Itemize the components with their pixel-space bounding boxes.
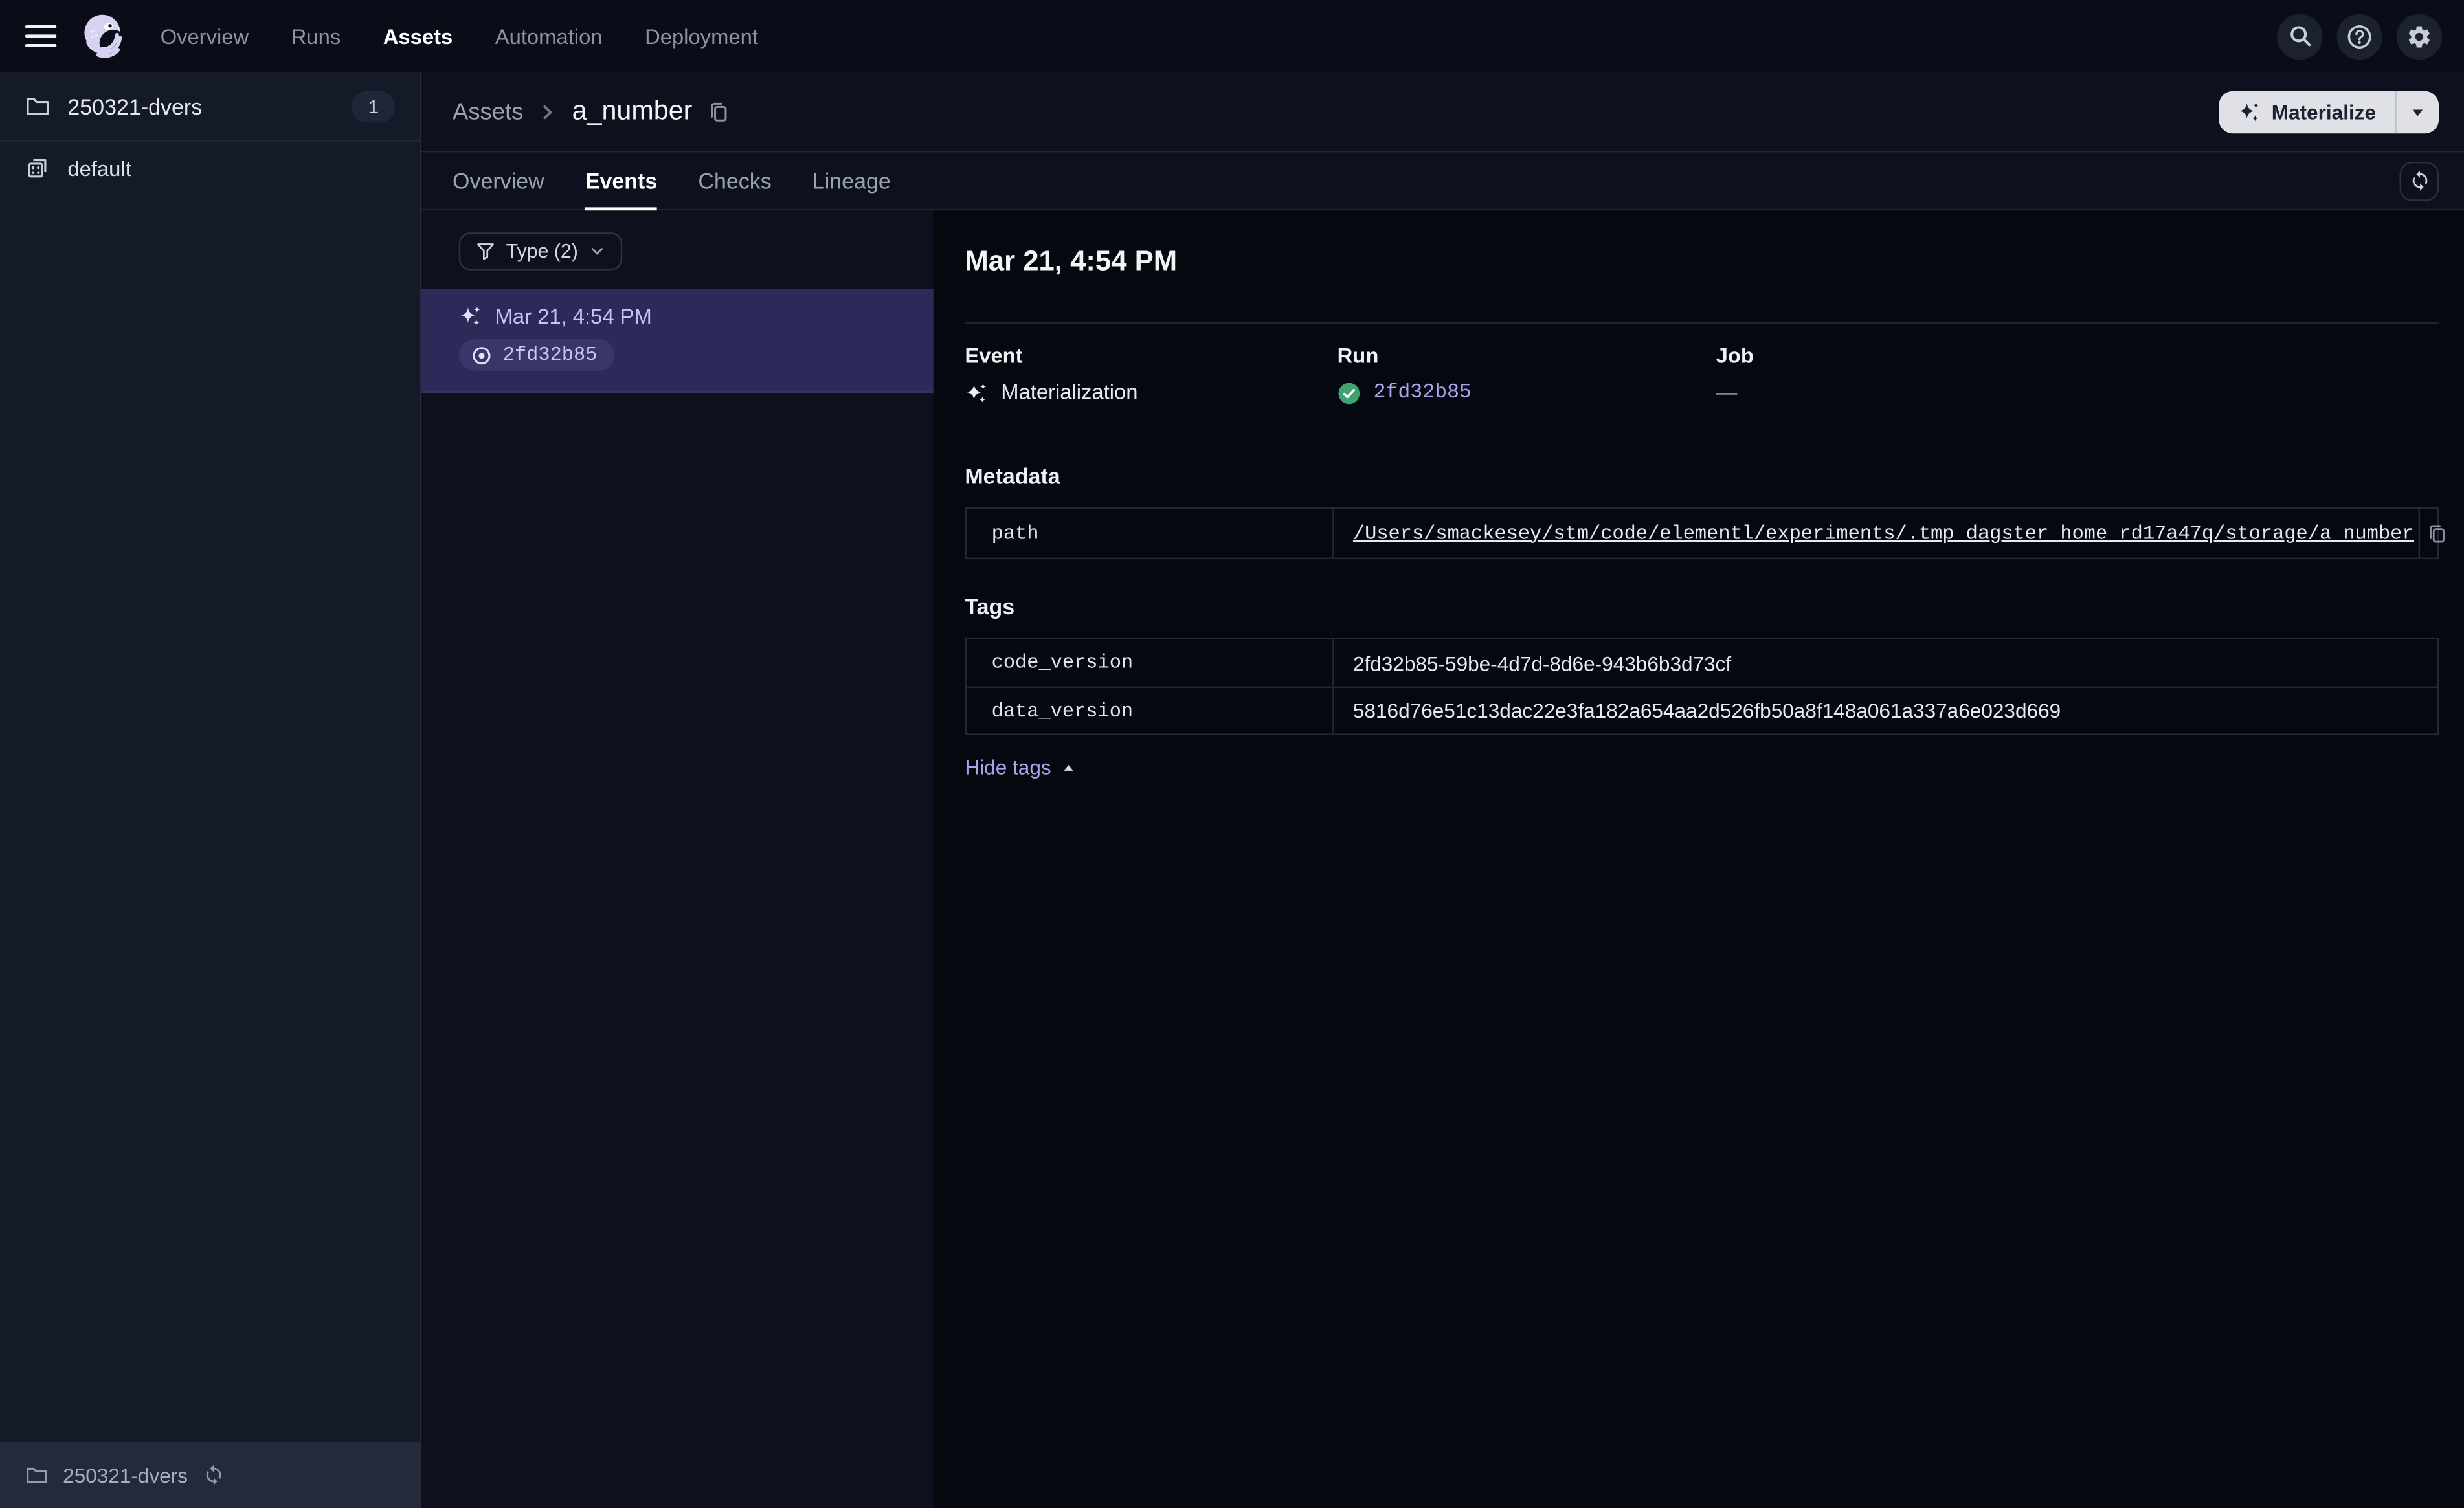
reload-location-icon[interactable] [202,1464,224,1486]
app-viewport: Overview Runs Assets Automation Deployme… [0,0,2464,1508]
group-label: default [67,156,131,180]
chevron-down-icon [591,248,603,255]
asset-count-badge: 1 [352,90,395,122]
folder-icon [27,1467,47,1483]
event-detail-panel: Mar 21, 4:54 PM Event Materialization Ru… [933,210,2464,1508]
materialize-sparkle-icon [2238,101,2259,121]
caret-down-icon [2412,109,2423,116]
table-row: data_version 5816d76e51c13dac22e3fa182a6… [966,686,2437,734]
tag-value: 5816d76e51c13dac22e3fa182a654aa2d526fb50… [1352,699,2061,723]
event-item-timestamp: Mar 21, 4:54 PM [495,304,652,329]
metadata-path-link[interactable]: /Users/smackesey/stm/code/elementl/exper… [1353,522,2414,544]
asset-tabs: Overview Events Checks Lineage [421,152,2464,211]
dagster-logo[interactable] [80,12,129,60]
materialize-button[interactable]: Materialize [2218,91,2395,133]
event-item-run-pill[interactable]: 2fd32b85 [458,339,615,371]
sidebar-item-code-location[interactable]: 250321-dvers 1 [0,72,420,142]
tab-overview[interactable]: Overview [453,152,544,208]
metadata-heading: Metadata [965,463,1060,489]
tag-key: code_version [967,639,1334,687]
event-type-filter-button[interactable]: Type (2) [458,232,622,271]
asset-page-header: Assets a_number Materialize [421,72,2464,153]
materialize-split-button: Materialize [2218,90,2439,133]
run-status-icon [473,346,491,364]
search-button[interactable] [2277,13,2323,60]
breadcrumb-chevron-icon [536,100,559,123]
table-row: code_version 2fd32b85-59be-4d7d-8d6e-943… [967,639,2437,687]
column-header-job: Job [1716,344,1754,368]
job-empty-value: — [1716,380,1738,404]
tab-events[interactable]: Events [585,152,657,211]
metadata-table: path /Users/smackesey/stm/code/elementl/… [965,507,2445,560]
nav-item-deployment[interactable]: Deployment [645,25,758,48]
tags-table: code_version 2fd32b85-59be-4d7d-8d6e-943… [965,638,2439,735]
hide-tags-label: Hide tags [965,755,1051,779]
asset-catalog-sidebar: 250321-dvers 1 default 250321-dvers [0,72,421,1508]
metadata-key: path [967,509,1334,558]
footer-code-location-label: 250321-dvers [63,1463,188,1487]
tag-value: 2fd32b85-59be-4d7d-8d6e-943b6b3d73cf [1352,651,1732,675]
copy-icon [710,102,726,121]
help-button[interactable] [2336,13,2382,60]
event-list-item-selected[interactable]: Mar 21, 4:54 PM 2fd32b85 [421,289,934,392]
table-row: path /Users/smackesey/stm/code/elementl/… [967,509,2445,558]
nav-item-runs[interactable]: Runs [291,25,341,48]
tags-heading: Tags [965,593,1015,619]
event-item-run-id: 2fd32b85 [502,344,598,366]
nav-item-assets[interactable]: Assets [383,25,453,48]
detail-divider [965,322,2439,324]
tab-checks[interactable]: Checks [698,152,771,208]
event-list-panel: Type (2) Mar 21, 4:54 PM 2fd32b85 [421,210,934,1508]
metadata-row-gutter [2418,509,2437,558]
nav-item-automation[interactable]: Automation [495,25,603,48]
dagster-app: Overview Runs Assets Automation Deployme… [0,0,2464,1508]
tab-lineage[interactable]: Lineage [812,152,891,208]
sidebar-item-group-default[interactable]: default [0,141,420,195]
materialize-button-label: Materialize [2271,100,2377,124]
code-location-label: 250321-dvers [67,93,203,119]
asset-key-title: a_number [572,96,693,126]
refresh-icon [2412,170,2427,191]
dagster-octopus-icon [84,14,127,58]
hide-tags-link[interactable]: Hide tags [965,755,1076,779]
sidebar-footer: 250321-dvers [0,1442,420,1508]
column-header-event: Event [965,344,1023,368]
folder-icon [27,97,49,115]
caret-up-icon [1064,764,1073,770]
settings-button[interactable] [2396,13,2443,60]
filter-label: Type (2) [506,240,578,263]
asset-group-icon [28,159,47,178]
materialization-sparkle-icon [966,383,987,402]
gear-icon [2408,25,2430,47]
column-header-run: Run [1337,344,1379,368]
top-nav-actions [2277,13,2443,60]
tag-key: data_version [967,688,1334,734]
event-detail-title: Mar 21, 4:54 PM [965,245,1178,277]
hamburger-menu-icon[interactable] [25,25,57,48]
event-type-label: Materialization [1001,380,1138,404]
run-success-check-icon [1338,382,1360,404]
primary-nav: Overview Runs Assets Automation Deployme… [161,25,758,48]
materialize-dropdown-button[interactable] [2397,91,2439,133]
filter-funnel-icon [477,243,494,260]
breadcrumb-assets-link[interactable]: Assets [453,98,523,125]
search-icon [2289,26,2311,47]
top-nav: Overview Runs Assets Automation Deployme… [0,0,2464,72]
help-icon [2347,24,2371,48]
copy-asset-key-button[interactable] [706,100,730,123]
refresh-events-button[interactable] [2399,161,2439,201]
materialization-sparkle-icon [460,306,480,326]
nav-item-overview[interactable]: Overview [161,25,249,48]
run-id-link[interactable]: 2fd32b85 [1373,379,1472,407]
